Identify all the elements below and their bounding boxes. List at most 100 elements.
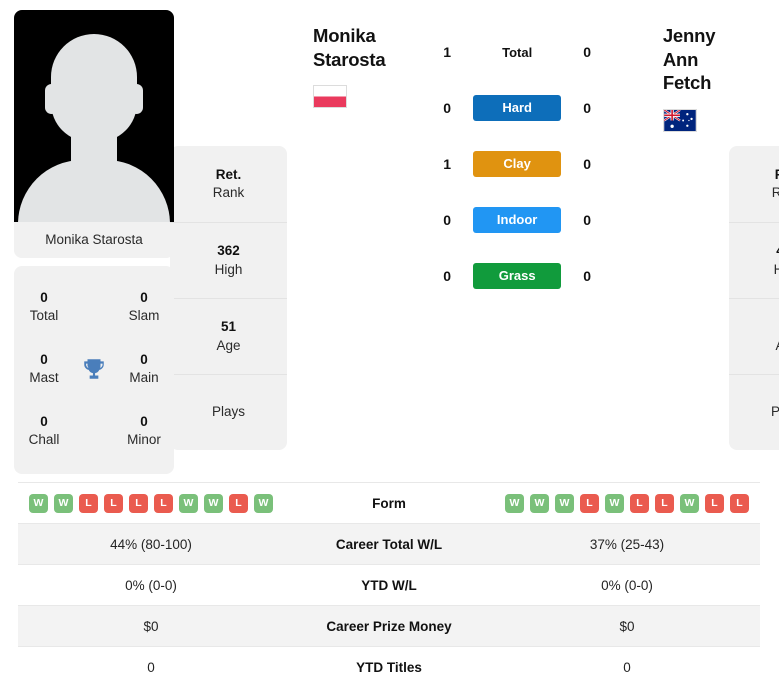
- form-badge-left-0[interactable]: W: [29, 493, 48, 513]
- stats-left-value: 0% (0-0): [125, 577, 177, 593]
- form-badge-right-5[interactable]: L: [630, 493, 649, 513]
- left-player-avatar: [14, 10, 174, 222]
- left-rank-card: Ret. Rank 362 High 51 Age Plays: [170, 146, 287, 450]
- form-badge-left-2[interactable]: L: [79, 493, 98, 513]
- form-badge-left-9[interactable]: W: [254, 493, 273, 513]
- h2h-row-clay: 1 Clay 0: [385, 136, 648, 192]
- form-label: Form: [372, 495, 406, 511]
- left-rank-cell: Ret. Rank: [170, 146, 287, 222]
- poland-flag-icon: [313, 85, 347, 109]
- form-badge-right-1[interactable]: W: [530, 493, 549, 513]
- stats-row: 0 YTD Titles 0: [18, 646, 760, 687]
- form-badge-right-6[interactable]: L: [655, 493, 674, 513]
- value: 0: [40, 289, 48, 305]
- stats-row-label: Career Prize Money: [326, 618, 452, 634]
- value: 0: [140, 351, 148, 367]
- right-form-strip: WWWLWLLWLL: [494, 493, 760, 513]
- stats-row: $0 Career Prize Money $0: [18, 605, 760, 646]
- form-badge-left-6[interactable]: W: [179, 493, 198, 513]
- form-badge-right-0[interactable]: W: [505, 493, 524, 513]
- label: Rank: [771, 185, 779, 200]
- h2h-row-grass: 0 Grass 0: [385, 248, 648, 304]
- left-player-column: Monika Starosta 0 Total 0 Slam 0 Mast 0 …: [0, 0, 174, 474]
- comparison-header: Monika Starosta 0 Total 0 Slam 0 Mast 0 …: [0, 0, 779, 478]
- h2h-right-score: 0: [583, 100, 592, 116]
- form-badge-right-3[interactable]: L: [580, 493, 599, 513]
- left-player-name-line2: Starosta: [313, 48, 386, 70]
- left-titles-main: 0 Main: [114, 351, 174, 387]
- label: Minor: [127, 432, 161, 447]
- right-age-cell: 46 Age: [729, 298, 779, 374]
- label: Slam: [128, 308, 160, 323]
- left-titles-mast: 0 Mast: [14, 351, 74, 387]
- label: Total: [29, 308, 59, 323]
- form-badge-left-4[interactable]: L: [129, 493, 148, 513]
- head-to-head-list: 1 Total 0 0 Hard 0 1 Clay 0 0 Indoor 0 0 Grass 0: [385, 24, 648, 304]
- label: Age: [775, 337, 779, 355]
- stats-right-value: 37% (25-43): [589, 536, 665, 552]
- titles-row: 0 Chall 0 Minor: [14, 400, 174, 462]
- h2h-left-score: 0: [443, 212, 452, 228]
- player-comparison-page: Monika Starosta 0 Total 0 Slam 0 Mast 0 …: [0, 0, 779, 699]
- h2h-right-score: 0: [583, 212, 592, 228]
- h2h-surface-label-clay[interactable]: Clay: [473, 151, 562, 177]
- stats-row-label: YTD Titles: [356, 659, 422, 675]
- titles-row: 0 Total 0 Slam: [14, 276, 174, 338]
- form-row: WWLLLLWWLW Form WWWLWLLWLL: [18, 482, 760, 523]
- label: Age: [216, 337, 241, 353]
- form-badge-left-5[interactable]: L: [154, 493, 173, 513]
- h2h-left-score: 0: [443, 268, 452, 284]
- stats-right-value: $0: [619, 618, 635, 634]
- left-player-photo-card[interactable]: Monika Starosta: [14, 10, 174, 258]
- right-high-cell: 431 High: [729, 222, 779, 298]
- stats-row: 44% (80-100) Career Total W/L 37% (25-43): [18, 523, 760, 564]
- left-player-titles-card: 0 Total 0 Slam 0 Mast 0 Main 0 Chall 0 M…: [14, 266, 174, 474]
- form-badge-right-9[interactable]: L: [730, 493, 749, 513]
- right-player-header[interactable]: Jenny Ann Fetch: [649, 24, 729, 133]
- h2h-surface-label-indoor[interactable]: Indoor: [473, 207, 562, 233]
- stats-row-label: YTD W/L: [361, 577, 417, 593]
- value: 0: [40, 413, 48, 429]
- stats-right-value: 0% (0-0): [601, 577, 653, 593]
- left-player-header[interactable]: Monika Starosta: [287, 24, 386, 109]
- form-badge-left-1[interactable]: W: [54, 493, 73, 513]
- label: High: [773, 261, 779, 277]
- stats-row: 0% (0-0) YTD W/L 0% (0-0): [18, 564, 760, 605]
- h2h-row-hard: 0 Hard 0: [385, 80, 648, 136]
- stats-comparison-table: WWLLLLWWLW Form WWWLWLLWLL 44% (80-100) C…: [18, 482, 760, 687]
- form-badge-right-8[interactable]: L: [705, 493, 724, 513]
- left-player-name-caption: Monika Starosta: [14, 222, 174, 258]
- form-badge-left-8[interactable]: L: [229, 493, 248, 513]
- right-player-name-line1: Jenny Ann: [662, 25, 716, 70]
- form-badge-right-7[interactable]: W: [680, 493, 699, 513]
- left-rank-column: Ret. Rank 362 High 51 Age Plays: [170, 0, 287, 450]
- player-names-row: Monika Starosta 1 Total 0 0 Hard 0 1 Clay 0 0 Indo…: [287, 0, 729, 304]
- stats-left-value: 0: [147, 659, 155, 675]
- h2h-surface-label-grass[interactable]: Grass: [473, 263, 562, 289]
- form-badge-right-4[interactable]: W: [605, 493, 624, 513]
- label: Plays: [770, 404, 779, 420]
- h2h-surface-label-hard[interactable]: Hard: [473, 95, 562, 121]
- avatar-silhouette-icon: [51, 34, 137, 142]
- h2h-row-total: 1 Total 0: [385, 24, 648, 80]
- stats-left-value: $0: [143, 618, 159, 634]
- right-rank-column: Ret. Rank 431 High 46 Age Plays: [729, 0, 779, 450]
- label: Plays: [211, 404, 245, 420]
- avatar-silhouette-icon: [18, 160, 170, 222]
- left-titles-slam: 0 Slam: [114, 289, 174, 325]
- h2h-right-score: 0: [583, 268, 592, 284]
- left-plays-cell: Plays: [170, 374, 287, 450]
- h2h-left-score: 1: [443, 156, 452, 172]
- avatar-silhouette-icon: [130, 84, 143, 114]
- right-rank-cell: Ret. Rank: [729, 146, 779, 222]
- form-badge-left-7[interactable]: W: [204, 493, 223, 513]
- right-player-name-line2: Fetch: [662, 72, 712, 94]
- left-age-cell: 51 Age: [170, 298, 287, 374]
- value: 0: [140, 289, 148, 305]
- stats-row-label: Career Total W/L: [335, 536, 443, 552]
- h2h-right-score: 0: [583, 44, 592, 60]
- value: 0: [40, 351, 48, 367]
- h2h-row-indoor: 0 Indoor 0: [385, 192, 648, 248]
- form-badge-right-2[interactable]: W: [555, 493, 574, 513]
- form-badge-left-3[interactable]: L: [104, 493, 123, 513]
